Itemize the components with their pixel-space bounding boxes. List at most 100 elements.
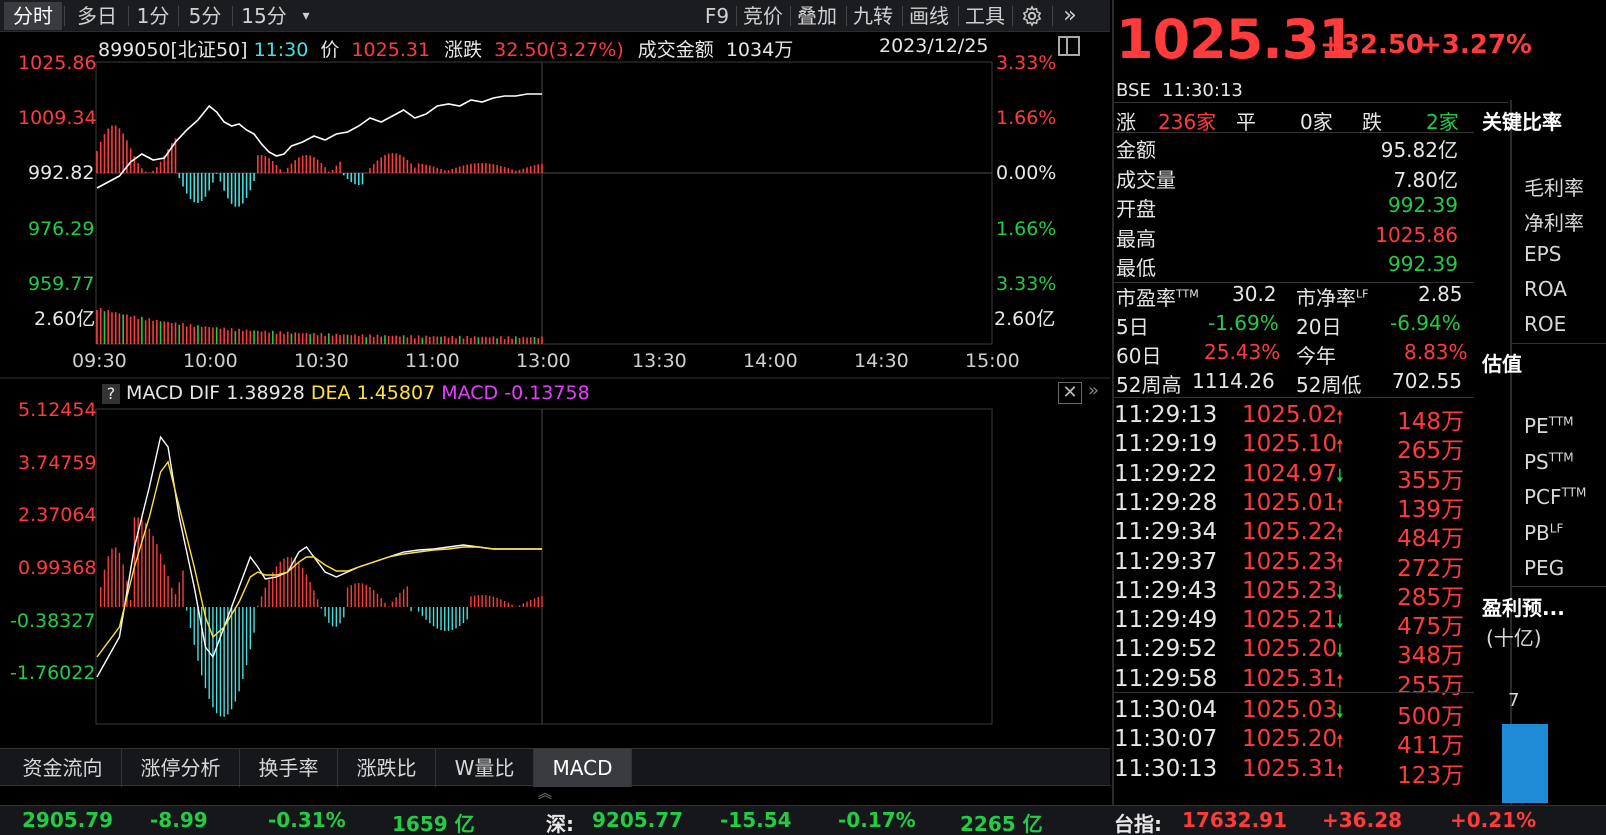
tab-multi-day[interactable]: 多日 (66, 2, 128, 30)
quote-row-value: 7.80亿 (1393, 167, 1458, 192)
valuation-item[interactable]: PCFTTM (1524, 485, 1586, 509)
ratio-item[interactable]: ROA (1524, 277, 1567, 301)
exchange-code: BSE (1116, 80, 1151, 101)
sz-index[interactable]: 9205.77 (592, 808, 683, 832)
y-axis-label: 1009.34 (18, 107, 97, 129)
gear-icon[interactable] (1016, 2, 1048, 30)
tick-price: 1025.02 (1242, 402, 1338, 428)
dea-label: DEA (310, 382, 351, 404)
tick-row: 11:29:22 1024.97 🠗 355万 (1114, 460, 1464, 494)
tick-price: 1025.20 (1242, 636, 1338, 663)
tw-change: +36.28 (1322, 808, 1403, 832)
tick-row: 11:29:13 1025.02 🠕 148万 (1114, 402, 1464, 435)
valuation-title[interactable]: 估值 (1482, 348, 1522, 377)
macd-header: ? MACD DIF 1.38928 DEA 1.45807 MACD -0.1… (102, 382, 590, 404)
pb-label: 市净率LF (1296, 286, 1369, 310)
pct-axis-label: 0.00% (996, 162, 1057, 184)
valuation-item[interactable]: PBLF (1524, 521, 1563, 545)
key-ratio-title[interactable]: 关键比率 (1482, 106, 1562, 135)
help-icon[interactable]: ? (102, 384, 120, 404)
tab-turnover-rate[interactable]: 换手率 (240, 749, 338, 787)
tab-w-volume-ratio[interactable]: W量比 (436, 749, 534, 787)
tick-time: 11:29:19 (1114, 431, 1218, 458)
tick-row: 11:29:37 1025.23 🠕 272万 (1114, 549, 1464, 582)
tw-label: 台指: (1114, 812, 1162, 835)
w52h-label: 52周高 (1116, 373, 1182, 397)
tab-fund-flow[interactable]: 资金流向 (4, 749, 122, 787)
forecast-bar (1502, 724, 1548, 803)
cursor-time: 11:30 (253, 39, 309, 61)
tab-15min[interactable]: 15分 (234, 2, 294, 30)
chart-date: 2023/12/25 (879, 35, 989, 57)
turnover-label: 成交金额 (637, 39, 714, 61)
forecast-unit: (十亿) (1486, 626, 1542, 650)
chart-toolbar: 分时 多日 1分 5分 15分 ▾ F9 竞价 叠加 九转 画线 工具 » (0, 0, 1110, 32)
macd-title: MACD (126, 382, 184, 404)
x-axis-label: 10:30 (294, 350, 349, 372)
tw-index[interactable]: 17632.91 (1182, 808, 1287, 832)
sz-pct: -0.17% (838, 808, 916, 832)
tick-price: 1024.97 (1242, 460, 1338, 487)
period-dropdown-icon[interactable]: ▾ (296, 2, 316, 30)
quote-row-label: 最低 (1116, 256, 1156, 280)
layout-panel-icon[interactable] (1058, 36, 1080, 56)
price-change: +32.50 (1320, 30, 1425, 60)
tick-time: 11:30:07 (1114, 726, 1218, 753)
quote-panel: 1025.31 +32.50 +3.27% BSE 11:30:13 涨 236… (1112, 0, 1532, 805)
nine-turn-button[interactable]: 九转 (848, 2, 898, 30)
f9-button[interactable]: F9 (700, 2, 734, 30)
overlay-button[interactable]: 叠加 (792, 2, 842, 30)
ratio-item[interactable]: ROE (1524, 312, 1566, 336)
forecast-title[interactable]: 盈利预... (1482, 592, 1565, 621)
change-value: 32.50(3.27%) (494, 39, 624, 61)
w52h-value: 1114.26 (1192, 369, 1275, 393)
tab-limit-up[interactable]: 涨停分析 (122, 749, 240, 787)
w52l-label: 52周低 (1296, 373, 1362, 397)
ratio-item[interactable]: EPS (1524, 242, 1561, 266)
quote-time: 11:30:13 (1162, 80, 1243, 101)
y-axis-label: 976.29 (28, 218, 95, 240)
macd-axis-label: -1.76022 (10, 662, 96, 684)
ratio-item[interactable]: 净利率 (1524, 207, 1584, 236)
up-count: 236家 (1158, 110, 1217, 134)
tick-row: 11:29:52 1025.20 🠗 348万 (1114, 636, 1464, 669)
ratio-item[interactable]: 毛利率 (1524, 172, 1584, 201)
close-indicator-icon[interactable]: ✕ (1058, 382, 1082, 404)
tick-time: 11:29:13 (1114, 402, 1218, 428)
valuation-item[interactable]: PEG (1524, 556, 1564, 580)
draw-line-button[interactable]: 画线 (904, 2, 954, 30)
tw-pct: +0.21% (1450, 808, 1537, 832)
collapse-up-icon[interactable]: ︽ (536, 786, 554, 802)
price-label: 价 (320, 39, 340, 61)
collapse-right-icon[interactable]: » (1088, 380, 1106, 404)
auction-button[interactable]: 竞价 (738, 2, 788, 30)
volume-axis-label: 2.60亿 (994, 308, 1056, 330)
tools-button[interactable]: 工具 (960, 2, 1010, 30)
tab-macd[interactable]: MACD (534, 749, 632, 787)
pe-value: 30.2 (1232, 282, 1277, 306)
price-change-pct: +3.27% (1420, 30, 1532, 60)
dea-value: 1.45807 (356, 382, 436, 404)
tick-row: 11:29:19 1025.10 🠕 265万 (1114, 431, 1464, 464)
tab-5min[interactable]: 5分 (180, 2, 230, 30)
down-count: 2家 (1426, 110, 1459, 134)
sh-index[interactable]: 2905.79 (22, 808, 113, 832)
quote-row-value: 992.39 (1388, 193, 1458, 217)
d20-label: 20日 (1296, 315, 1342, 339)
valuation-item[interactable]: PSTTM (1524, 450, 1574, 474)
tick-row: 11:30:13 1025.31 🠕 123万 (1114, 756, 1464, 789)
tick-volume: 255万 (1397, 672, 1464, 699)
market-status-bar: 2905.79 -8.99 -0.31% 1659 亿 深: 9205.77 -… (0, 805, 1606, 835)
pct-axis-label: 3.33% (996, 273, 1057, 295)
macd-axis-label: 5.12454 (18, 399, 97, 421)
double-chevron-right-icon[interactable]: » (1056, 2, 1084, 30)
tick-row: 11:29:34 1025.22 🠕 484万 (1114, 519, 1464, 552)
tab-advance-decline[interactable]: 涨跌比 (338, 749, 436, 787)
up-label: 涨 (1116, 110, 1136, 134)
flat-label: 平 (1236, 110, 1256, 134)
tick-price: 1025.20 (1242, 726, 1338, 753)
tab-1min[interactable]: 1分 (130, 2, 176, 30)
tab-intraday[interactable]: 分时 (4, 2, 62, 30)
valuation-item[interactable]: PETTM (1524, 414, 1574, 438)
sz-amount: 2265 亿 (960, 812, 1043, 835)
